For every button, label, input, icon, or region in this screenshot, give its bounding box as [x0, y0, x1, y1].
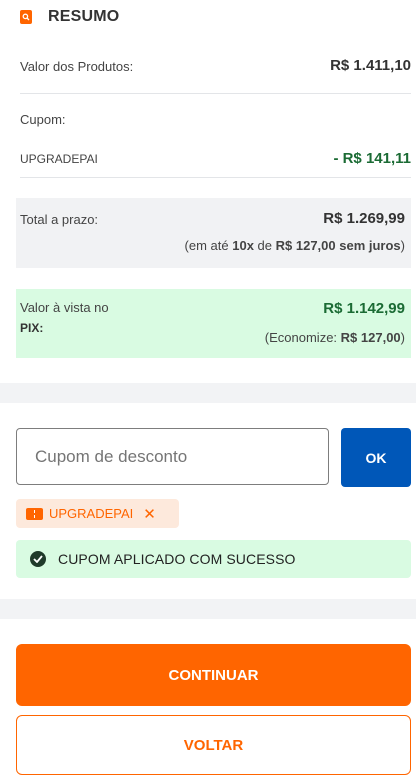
applied-coupon-tag: UPGRADEPAI ✕	[16, 499, 179, 528]
coupon-label-row: Cupom:	[20, 110, 411, 130]
applied-coupon-code: UPGRADEPAI	[49, 506, 134, 521]
summary-title: RESUMO	[48, 8, 120, 25]
products-row: Valor dos Produtos: R$ 1.411,10	[20, 56, 411, 78]
divider	[20, 177, 411, 178]
coupon-code: UPGRADEPAI	[20, 152, 98, 166]
search-receipt-icon	[20, 10, 32, 24]
total-box: Total a prazo: R$ 1.269,99 (em até 10x d…	[16, 198, 411, 268]
products-value: R$ 1.411,10	[330, 57, 411, 74]
check-circle-icon	[30, 551, 46, 567]
savings-text: (Economize: R$ 127,00)	[264, 330, 405, 345]
coupon-discount-value: - R$ 141,11	[333, 150, 411, 167]
installments-text: (em até 10x de R$ 127,00 sem juros)	[184, 238, 405, 253]
pix-value: R$ 1.142,99	[323, 300, 405, 317]
pix-box: Valor à vista no PIX: R$ 1.142,99 (Econo…	[16, 289, 411, 358]
remove-coupon-icon[interactable]: ✕	[143, 505, 156, 523]
coupon-success-message: CUPOM APLICADO COM SUCESSO	[16, 540, 411, 578]
products-label: Valor dos Produtos:	[20, 59, 134, 74]
actions-card: CONTINUAR VOLTAR	[0, 619, 416, 778]
continue-button[interactable]: CONTINUAR	[16, 644, 411, 706]
coupon-row: UPGRADEPAI - R$ 141,11	[20, 149, 411, 171]
ticket-icon	[26, 507, 43, 520]
summary-header: RESUMO	[20, 7, 119, 27]
pix-label: Valor à vista no	[20, 300, 109, 315]
coupon-input[interactable]	[16, 428, 329, 485]
coupon-label: Cupom:	[20, 112, 66, 127]
ok-button[interactable]: OK	[341, 428, 411, 487]
success-text: CUPOM APLICADO COM SUCESSO	[58, 551, 296, 567]
total-value: R$ 1.269,99	[323, 210, 405, 227]
coupon-card: OK UPGRADEPAI ✕ CUPOM APLICADO COM SUCES…	[0, 403, 416, 599]
divider	[20, 93, 411, 94]
total-label: Total a prazo:	[20, 212, 99, 227]
summary-card: RESUMO Valor dos Produtos: R$ 1.411,10 C…	[0, 0, 416, 383]
pix-label-strong: PIX:	[20, 321, 44, 335]
back-button[interactable]: VOLTAR	[16, 715, 411, 775]
